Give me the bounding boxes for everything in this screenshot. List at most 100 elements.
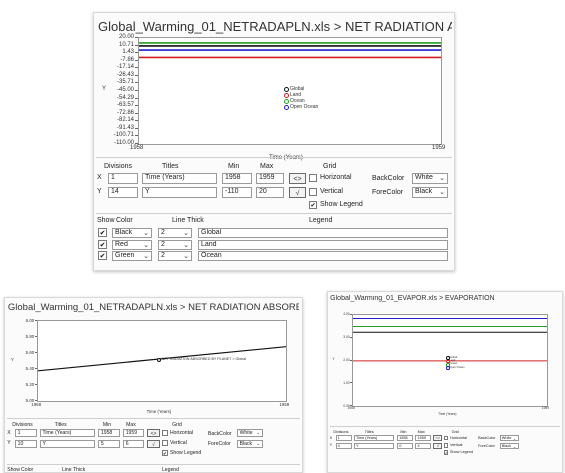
backcolor-value: White (501, 436, 512, 441)
y-max-input[interactable]: 20 (256, 187, 284, 198)
x-min-input[interactable]: 1958 (98, 429, 121, 438)
y-tick-mark (135, 120, 138, 122)
y-divisions-input[interactable]: 10 (15, 439, 38, 448)
chevron-down-icon: ⌄ (513, 444, 517, 449)
backcolor-value: White (239, 430, 253, 437)
x-title-input[interactable]: Time (Years) (40, 429, 95, 438)
y-tick-mark (135, 52, 138, 54)
y-tick-label: 5.60 (25, 349, 35, 355)
y-tick-label: -100.71 (113, 132, 134, 139)
swap-button[interactable]: <> (433, 435, 443, 442)
series-legend-input[interactable]: Ocean (198, 251, 448, 261)
show-legend-checkbox[interactable]: ✔ (161, 449, 168, 456)
series-show-checkbox[interactable]: ✔ (98, 239, 107, 249)
horizontal-grid-checkbox[interactable] (161, 430, 168, 436)
vertical-label: Vertical (450, 443, 463, 448)
y-tick-label: -54.29 (116, 94, 134, 101)
divider (7, 464, 300, 466)
apply-button[interactable]: √ (289, 187, 306, 198)
y-tick-mark (350, 336, 352, 338)
show-legend-label: Show Legend (169, 449, 202, 456)
y-title-input[interactable]: Y (142, 187, 217, 198)
y-min-input[interactable]: 0 (397, 442, 414, 449)
show-column-header: Show (97, 217, 115, 224)
backcolor-select[interactable]: White ⌄ (499, 435, 520, 442)
vertical-grid-checkbox[interactable] (309, 188, 317, 196)
backcolor-select[interactable]: White ⌄ (412, 173, 448, 184)
x-axis-label: Time (Years) (438, 411, 457, 416)
window-title: Global_Warming_01_NETRADAPLN.xls > NET R… (7, 302, 299, 314)
series-color-select[interactable]: Green ⌄ (112, 251, 152, 261)
x-min-input[interactable]: 1958 (397, 435, 414, 442)
y-axis-label: Y (10, 357, 14, 363)
forecolor-select[interactable]: Black ⌄ (237, 439, 264, 448)
horizontal-label: Horizontal (450, 435, 467, 440)
x-divisions-input[interactable]: 1 (108, 173, 138, 184)
legend-marker (283, 104, 289, 110)
horizontal-grid-checkbox[interactable] (309, 174, 317, 182)
x-divisions-input[interactable]: 1 (15, 429, 38, 438)
titles-header: Titles (162, 163, 179, 170)
forecolor-value: Black (501, 443, 512, 448)
series-thickness-select[interactable]: 2 ⌄ (158, 251, 192, 261)
series-show-checkbox[interactable]: ✔ (98, 228, 107, 237)
backcolor-label: BackColor (478, 436, 496, 441)
x-max-input[interactable]: 1959 (415, 435, 431, 442)
y-min-input[interactable]: 5 (98, 439, 121, 448)
series-show-checkbox[interactable]: ✔ (98, 251, 107, 260)
x-title-input[interactable]: Time (Years) (142, 173, 217, 184)
y-tick-label: 5.80 (25, 333, 35, 339)
apply-button[interactable]: √ (147, 439, 160, 448)
x-title-input[interactable]: Time (Years) (353, 435, 395, 442)
swap-button[interactable]: <> (289, 173, 306, 184)
horizontal-label: Horizontal (320, 174, 352, 181)
y-tick-mark (34, 368, 38, 370)
series-color-value: Red (115, 240, 128, 248)
y-min-input[interactable]: -110 (222, 187, 252, 198)
y-divisions-input[interactable]: 4 (335, 442, 352, 449)
series-color-select[interactable]: Red ⌄ (112, 239, 152, 250)
x-tick-label: 1959 (432, 145, 446, 151)
horizontal-grid-checkbox[interactable] (444, 435, 449, 440)
grid-header: Grid (323, 163, 337, 170)
show-legend-checkbox[interactable]: ✔ (309, 201, 317, 209)
vertical-grid-checkbox[interactable] (444, 443, 449, 448)
x-divisions-input[interactable]: 1 (335, 435, 352, 442)
show-legend-checkbox[interactable]: ✔ (444, 450, 449, 455)
x-tick-label: 1959 (541, 406, 550, 411)
series-thickness-value: 2 (161, 252, 165, 259)
legend-marker (283, 86, 289, 92)
x-max-input[interactable]: 1959 (256, 173, 284, 184)
y-tick-mark (34, 352, 38, 354)
series-legend-input[interactable]: Global (198, 228, 448, 238)
x-min-input[interactable]: 1958 (222, 173, 252, 184)
chevron-down-icon: ⌄ (513, 437, 517, 442)
y-tick-label: 5.20 (25, 381, 35, 387)
forecolor-value: Black (239, 440, 253, 447)
plot-svg (38, 346, 287, 372)
y-title-input[interactable]: Y (40, 439, 95, 448)
y-title-input[interactable]: Y (353, 442, 395, 449)
vertical-label: Vertical (169, 440, 187, 447)
y-tick-label: 20.00 (118, 34, 134, 40)
legend-marker (283, 98, 289, 104)
chart-window-evaporation: Global_Warming_01_EVAPOR.xls > EVAPORATI… (327, 291, 563, 473)
y-divisions-input[interactable]: 14 (108, 187, 138, 198)
chart-window-net-radiation-full: Global_Warming_01_NETRADAPLN.xls > NET R… (93, 12, 455, 271)
x-max-input[interactable]: 1959 (123, 429, 144, 438)
apply-button[interactable]: √ (433, 442, 443, 449)
forecolor-select[interactable]: Black ⌄ (412, 187, 448, 198)
series-thickness-select[interactable]: 2 ⌄ (158, 228, 192, 238)
vertical-grid-checkbox[interactable] (161, 440, 168, 447)
swap-button[interactable]: <> (147, 429, 160, 438)
series-thickness-select[interactable]: 2 ⌄ (158, 239, 192, 250)
y-max-input[interactable]: 4 (415, 442, 431, 449)
forecolor-select[interactable]: Black ⌄ (499, 442, 520, 449)
backcolor-select[interactable]: White ⌄ (237, 429, 264, 438)
color-column-header: Color (116, 217, 133, 224)
y-tick-mark (135, 143, 138, 144)
show-legend-label: Show Legend (450, 450, 474, 455)
y-max-input[interactable]: 6 (123, 439, 144, 448)
series-legend-input[interactable]: Land (198, 239, 448, 250)
series-color-select[interactable]: Black ⌄ (112, 228, 152, 238)
